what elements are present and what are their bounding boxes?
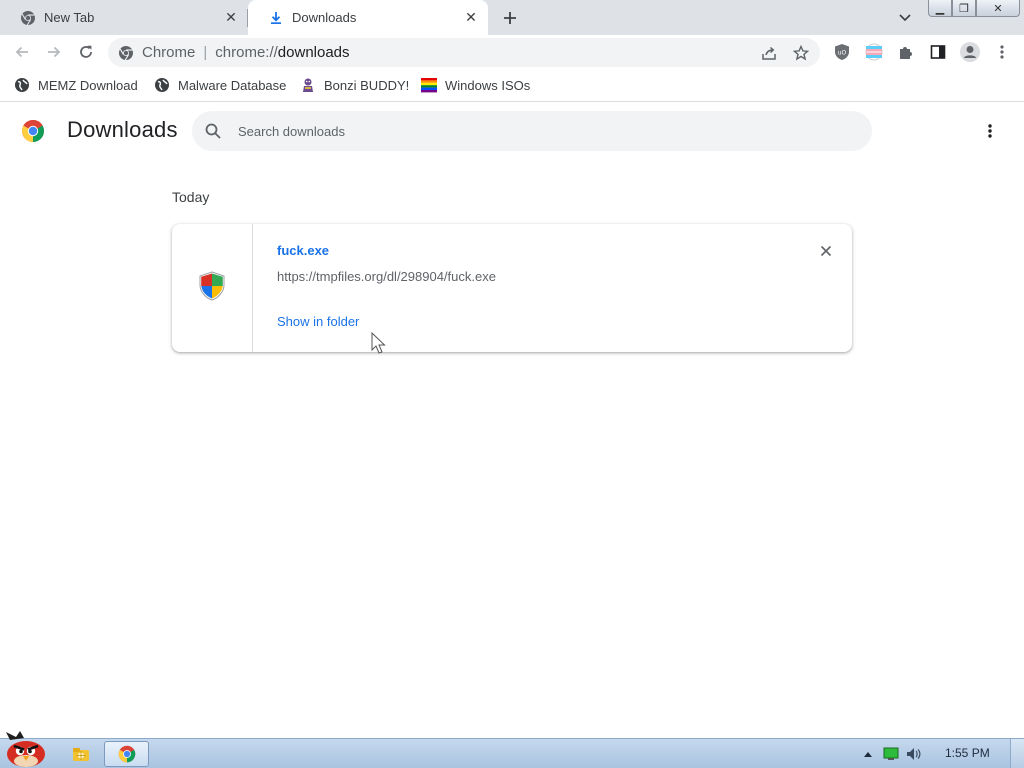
svg-text:uO: uO: [838, 50, 847, 57]
close-tab-icon[interactable]: ✕: [462, 9, 480, 27]
mouse-cursor-icon: [371, 331, 387, 356]
security-shield-icon: [199, 270, 225, 306]
search-icon: [204, 122, 222, 140]
tab-strip: New Tab ✕ Downloads ✕ ▁ ❐ ✕: [0, 0, 1024, 35]
search-bar: [192, 111, 872, 151]
flag-extension-icon[interactable]: [865, 43, 883, 61]
bookmarks-bar: MEMZ Download Malware Database Bonzi BUD…: [0, 69, 1024, 102]
bookmark-star-icon[interactable]: [792, 44, 810, 62]
ublock-extension-icon[interactable]: uO: [833, 43, 851, 61]
chrome-taskbar-button[interactable]: [104, 741, 149, 767]
globe-icon: [14, 77, 30, 93]
download-icon: [268, 10, 284, 26]
omnibox-separator: |: [203, 44, 208, 61]
share-icon[interactable]: [760, 44, 778, 62]
new-tab-button[interactable]: [499, 7, 521, 29]
file-icon-column: [172, 224, 253, 352]
bookmark-memz-download[interactable]: MEMZ Download: [14, 76, 138, 94]
url-path: downloads: [277, 44, 350, 61]
bookmark-label: Malware Database: [178, 77, 287, 93]
window-controls: ▁ ❐ ✕: [928, 0, 1020, 17]
show-desktop-button[interactable]: [1010, 739, 1024, 768]
show-hidden-icons-icon[interactable]: [860, 746, 876, 762]
chrome-icon: [118, 45, 134, 61]
address-bar[interactable]: Chrome | chrome://downloads: [108, 38, 820, 67]
rainbow-flag-icon: [421, 77, 437, 93]
show-in-folder-link[interactable]: Show in folder: [277, 314, 359, 329]
window-close-button[interactable]: ✕: [976, 0, 1020, 17]
close-tab-icon[interactable]: ✕: [222, 9, 240, 27]
taskbar: 1:55 PM: [0, 731, 1024, 768]
profile-avatar-icon[interactable]: [959, 41, 981, 63]
system-clock[interactable]: 1:55 PM: [945, 746, 990, 760]
forward-button[interactable]: [42, 40, 66, 64]
url-scheme: chrome://: [215, 44, 278, 61]
back-button[interactable]: [10, 40, 34, 64]
volume-icon[interactable]: [906, 746, 922, 762]
bonzi-icon: [300, 77, 316, 93]
minimize-button[interactable]: ▁: [928, 0, 952, 17]
download-filename-link[interactable]: fuck.exe: [277, 243, 329, 258]
downloads-page: Downloads Today fuck.exe https://tmpfile…: [0, 103, 1024, 738]
globe-icon: [154, 77, 170, 93]
bookmark-bonzi-buddy[interactable]: Bonzi BUDDY!: [300, 76, 409, 94]
omnibox-chip: Chrome: [142, 44, 196, 61]
bookmark-label: MEMZ Download: [38, 77, 138, 93]
reload-button[interactable]: [74, 40, 98, 64]
bookmark-windows-isos[interactable]: Windows ISOs: [421, 76, 530, 94]
download-source-url: https://tmpfiles.org/dl/298904/fuck.exe: [277, 269, 496, 284]
more-actions-icon[interactable]: [980, 121, 1000, 141]
tab-title: New Tab: [44, 10, 95, 25]
start-button[interactable]: [2, 730, 48, 768]
download-item: fuck.exe https://tmpfiles.org/dl/298904/…: [172, 224, 852, 352]
date-header: Today: [172, 189, 210, 205]
bookmark-label: Windows ISOs: [445, 77, 531, 93]
explorer-taskbar-icon[interactable]: [72, 741, 90, 767]
tab-downloads[interactable]: Downloads ✕: [248, 0, 488, 35]
chrome-logo-icon: [21, 119, 45, 143]
bookmark-label: Bonzi BUDDY!: [324, 77, 410, 93]
search-downloads-input[interactable]: [238, 123, 838, 139]
chrome-menu-icon[interactable]: [993, 43, 1011, 61]
side-panel-icon[interactable]: [929, 43, 947, 61]
page-title: Downloads: [67, 117, 178, 142]
remove-download-icon[interactable]: [816, 241, 836, 261]
tab-search-chevron-icon[interactable]: [896, 9, 914, 27]
tab-title: Downloads: [292, 10, 357, 25]
extensions-puzzle-icon[interactable]: [897, 43, 915, 61]
bookmark-malware-database[interactable]: Malware Database: [154, 76, 286, 94]
network-icon[interactable]: [883, 746, 899, 762]
chrome-icon: [20, 10, 36, 26]
tab-new-tab[interactable]: New Tab ✕: [0, 0, 248, 35]
restore-button[interactable]: ❐: [952, 0, 976, 17]
toolbar: Chrome | chrome://downloads uO: [0, 35, 1024, 69]
